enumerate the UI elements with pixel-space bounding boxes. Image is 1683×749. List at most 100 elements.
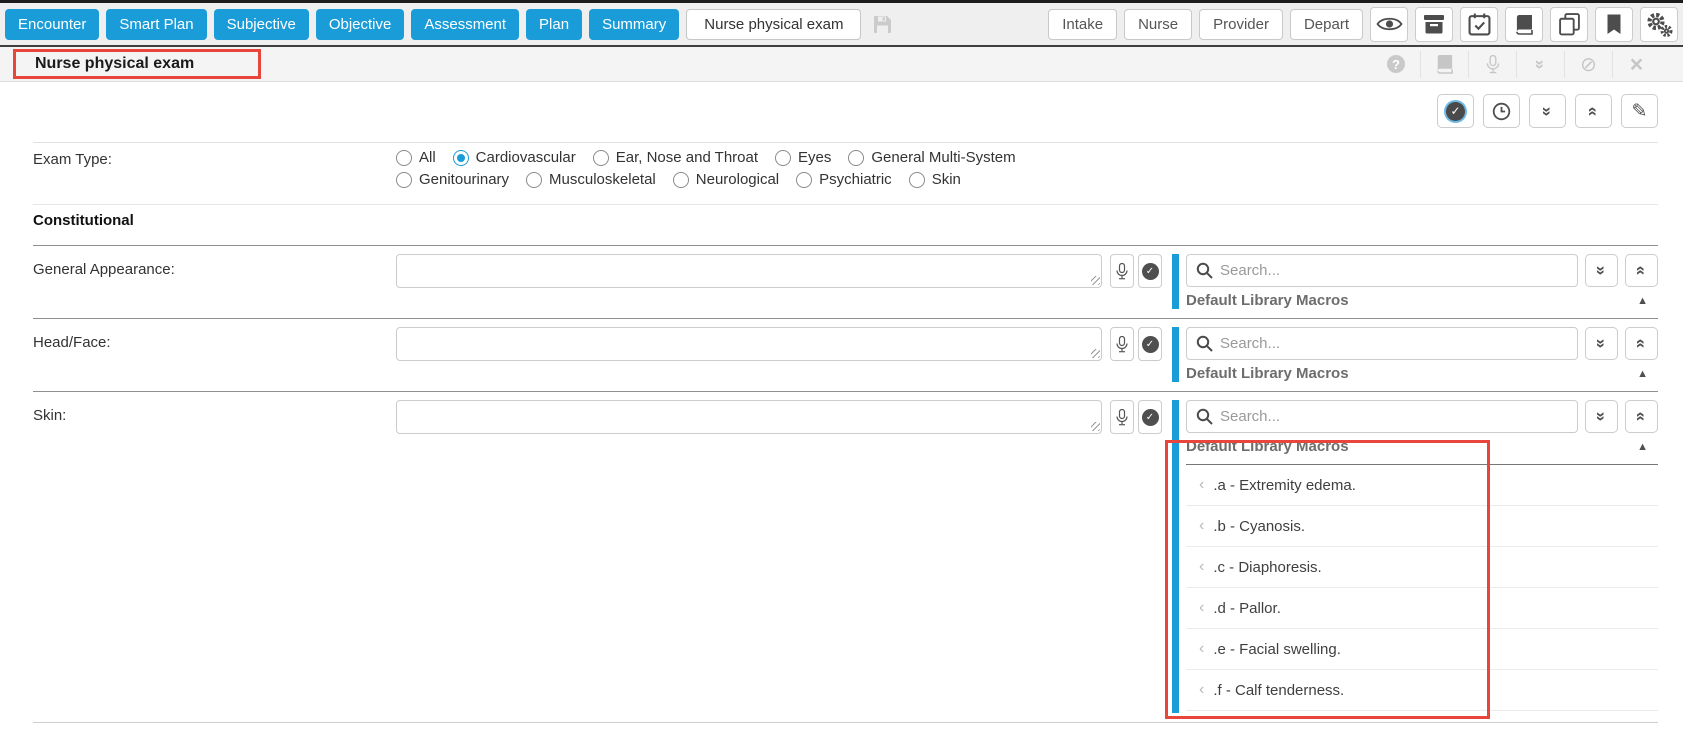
stage-button-intake[interactable]: Intake — [1048, 9, 1117, 40]
radio-option-musculoskeletal[interactable]: Musculoskeletal — [526, 171, 656, 188]
radio-selected-icon[interactable] — [453, 150, 469, 166]
close-icon[interactable]: × — [1612, 51, 1660, 78]
macro-item[interactable]: ‹.a - Extremity edema. — [1186, 465, 1658, 506]
radio-option-all[interactable]: All — [396, 149, 436, 166]
field-textarea-wrap — [396, 400, 1102, 434]
radio-icon[interactable] — [909, 172, 925, 188]
mic-icon[interactable] — [1468, 51, 1516, 78]
stage-button-group: IntakeNurseProviderDepart — [1048, 9, 1363, 40]
radio-option-eyes[interactable]: Eyes — [775, 149, 831, 166]
macro-item[interactable]: ‹.c - Diaphoresis. — [1186, 547, 1658, 588]
field-textarea[interactable] — [396, 254, 1102, 288]
confirm-check-button[interactable]: ✓ — [1138, 327, 1162, 361]
radio-option-psychiatric[interactable]: Psychiatric — [796, 171, 892, 188]
collapse-all-macros-button[interactable]: « — [1625, 400, 1658, 433]
radio-icon[interactable] — [775, 150, 791, 166]
nav-tab-objective[interactable]: Objective — [316, 9, 405, 40]
expand-all-button[interactable]: » — [1529, 94, 1566, 128]
macro-item[interactable]: ‹.e - Facial swelling. — [1186, 629, 1658, 670]
radio-icon[interactable] — [673, 172, 689, 188]
exam-field-row-head-face: Head/Face: ✓ » « Default Library Mac — [33, 318, 1658, 391]
field-textarea[interactable] — [396, 400, 1102, 434]
nav-tab-subjective[interactable]: Subjective — [214, 9, 309, 40]
form-tab-nurse-physical-exam[interactable]: Nurse physical exam — [686, 9, 861, 40]
nav-tab-encounter[interactable]: Encounter — [5, 9, 99, 40]
chevron-left-icon: ‹ — [1199, 558, 1204, 576]
macros-section-header[interactable]: Default Library Macros ▲ — [1186, 365, 1658, 382]
macro-search-row: » « — [1186, 400, 1658, 433]
collapse-triangle-icon[interactable]: ▲ — [1637, 295, 1648, 307]
expand-all-macros-button[interactable]: » — [1585, 400, 1618, 433]
collapse-all-button[interactable]: « — [1575, 94, 1612, 128]
radio-icon[interactable] — [593, 150, 609, 166]
form-header-icons: ? » ⊘ × — [1372, 51, 1660, 78]
macro-item[interactable]: ‹.f - Calf tenderness. — [1186, 670, 1658, 711]
macros-panel: » « Default Library Macros ▲ — [1186, 327, 1658, 382]
ban-icon[interactable]: ⊘ — [1564, 51, 1612, 78]
radio-option-label: Psychiatric — [819, 171, 892, 188]
bookmark-icon[interactable] — [1595, 7, 1633, 42]
search-icon — [1196, 335, 1213, 352]
stage-button-depart[interactable]: Depart — [1290, 9, 1363, 40]
stage-button-provider[interactable]: Provider — [1199, 9, 1283, 40]
radio-option-label: Musculoskeletal — [549, 171, 656, 188]
exam-type-row: Exam Type: AllCardiovascularEar, Nose an… — [33, 142, 1658, 188]
radio-icon[interactable] — [396, 172, 412, 188]
radio-option-ear-nose-and-throat[interactable]: Ear, Nose and Throat — [593, 149, 758, 166]
radio-option-neurological[interactable]: Neurological — [673, 171, 779, 188]
dictate-mic-button[interactable] — [1110, 327, 1134, 361]
radio-icon[interactable] — [796, 172, 812, 188]
stage-button-nurse[interactable]: Nurse — [1124, 9, 1192, 40]
help-icon[interactable]: ? — [1372, 51, 1420, 78]
save-icon[interactable] — [868, 10, 896, 38]
resize-handle-icon[interactable] — [1091, 349, 1100, 358]
nav-tab-smart-plan[interactable]: Smart Plan — [106, 9, 206, 40]
dictate-mic-button[interactable] — [1110, 254, 1134, 288]
expand-all-macros-button[interactable]: » — [1585, 254, 1618, 287]
confirm-check-button[interactable]: ✓ — [1138, 254, 1162, 288]
radio-option-skin[interactable]: Skin — [909, 171, 961, 188]
collapse-all-macros-button[interactable]: « — [1625, 327, 1658, 360]
radio-icon[interactable] — [848, 150, 864, 166]
field-textarea[interactable] — [396, 327, 1102, 361]
nav-tab-assessment[interactable]: Assessment — [411, 9, 519, 40]
confirm-check-button[interactable]: ✓ — [1138, 400, 1162, 434]
book-icon[interactable] — [1420, 51, 1468, 78]
gears-icon[interactable] — [1640, 7, 1678, 42]
eye-icon[interactable] — [1370, 7, 1408, 42]
radio-option-genitourinary[interactable]: Genitourinary — [396, 171, 509, 188]
resize-handle-icon[interactable] — [1091, 422, 1100, 431]
radio-icon[interactable] — [396, 150, 412, 166]
double-chevron-down-icon[interactable]: » — [1516, 51, 1564, 78]
calendar-check-icon[interactable] — [1460, 7, 1498, 42]
book-icon[interactable] — [1505, 7, 1543, 42]
collapse-triangle-icon[interactable]: ▲ — [1637, 368, 1648, 380]
form-action-buttons: ✓ » « ✎ — [33, 94, 1658, 128]
macros-section-header[interactable]: Default Library Macros ▲ — [1186, 438, 1658, 465]
expand-all-macros-button[interactable]: » — [1585, 327, 1618, 360]
radio-option-general-multi-system[interactable]: General Multi-System — [848, 149, 1015, 166]
macros-accent-bar — [1172, 400, 1179, 713]
macros-section-header[interactable]: Default Library Macros ▲ — [1186, 292, 1658, 309]
dictate-mic-button[interactable] — [1110, 400, 1134, 434]
history-clock-button[interactable] — [1483, 94, 1520, 128]
radio-option-label: All — [419, 149, 436, 166]
radio-icon[interactable] — [526, 172, 542, 188]
nav-tab-summary[interactable]: Summary — [589, 9, 679, 40]
macro-search-input[interactable] — [1186, 327, 1578, 360]
archive-icon[interactable] — [1415, 7, 1453, 42]
macros-list: ‹.a - Extremity edema.‹.b - Cyanosis.‹.c… — [1186, 465, 1658, 713]
collapse-all-macros-button[interactable]: « — [1625, 254, 1658, 287]
collapse-triangle-icon[interactable]: ▲ — [1637, 441, 1648, 453]
resize-handle-icon[interactable] — [1091, 276, 1100, 285]
edit-pencil-button[interactable]: ✎ — [1621, 94, 1658, 128]
copy-icon[interactable] — [1550, 7, 1588, 42]
macro-search-input[interactable] — [1186, 254, 1578, 287]
macro-item[interactable]: ‹.b - Cyanosis. — [1186, 506, 1658, 547]
radio-option-cardiovascular[interactable]: Cardiovascular — [453, 149, 576, 166]
macro-item[interactable]: ‹.d - Pallor. — [1186, 588, 1658, 629]
field-label: Head/Face: — [33, 327, 396, 351]
nav-tab-plan[interactable]: Plan — [526, 9, 582, 40]
check-circle-button[interactable]: ✓ — [1437, 94, 1474, 128]
macro-search-input[interactable] — [1186, 400, 1578, 433]
